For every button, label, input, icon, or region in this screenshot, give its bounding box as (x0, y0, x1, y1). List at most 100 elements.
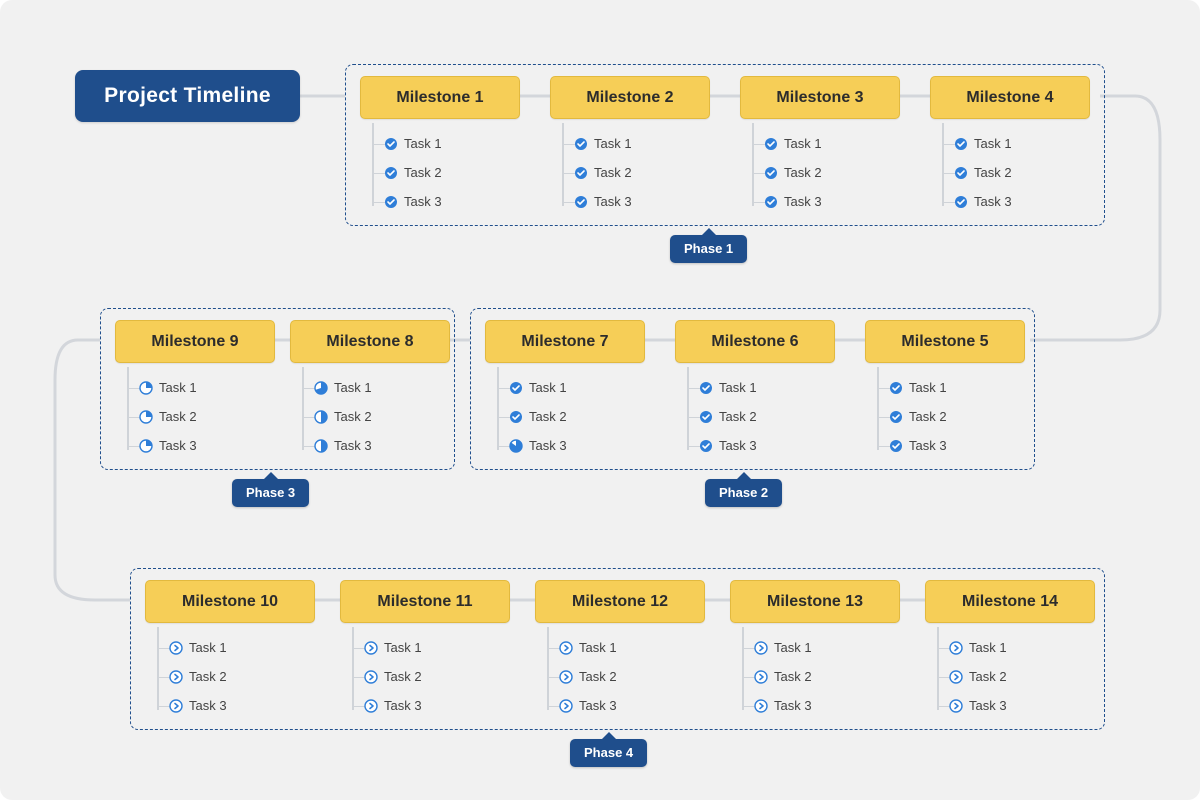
milestone-14: Milestone 14 Task 1 Task 2 Task 3 (925, 580, 1095, 720)
task-item: Task 3 (956, 187, 1090, 216)
progress-icon (139, 410, 153, 424)
todo-icon (364, 699, 378, 713)
milestone-1: Milestone 1 Task 1 Task 2 Task 3 (360, 76, 520, 216)
check-icon (889, 381, 903, 395)
task-item: Task 3 (891, 431, 1025, 460)
check-icon (889, 439, 903, 453)
todo-icon (364, 670, 378, 684)
check-icon (699, 439, 713, 453)
check-icon (574, 166, 588, 180)
todo-icon (754, 641, 768, 655)
check-icon (574, 195, 588, 209)
phase-4-label: Phase 4 (570, 739, 647, 767)
milestone-7: Milestone 7 Task 1 Task 2 Task 3 (485, 320, 645, 460)
task-item: Task 3 (366, 691, 510, 720)
milestone-3: Milestone 3 Task 1 Task 2 Task 3 (740, 76, 900, 216)
todo-icon (559, 670, 573, 684)
task-item: Task 3 (701, 431, 835, 460)
timeline-diagram: Project Timeline Phase 1 Milestone 1 Tas… (0, 0, 1200, 800)
task-item: Task 2 (951, 662, 1095, 691)
task-item: Task 2 (701, 402, 835, 431)
task-item: Task 3 (951, 691, 1095, 720)
check-icon (764, 166, 778, 180)
phase-1-label: Phase 1 (670, 235, 747, 263)
milestone-header: Milestone 4 (930, 76, 1090, 119)
task-item: Task 3 (756, 691, 900, 720)
task-item: Task 1 (511, 373, 645, 402)
task-item: Task 1 (386, 129, 520, 158)
todo-icon (364, 641, 378, 655)
check-icon (954, 166, 968, 180)
progress-icon (509, 439, 523, 453)
task-item: Task 2 (576, 158, 710, 187)
todo-icon (949, 641, 963, 655)
phase-3-label: Phase 3 (232, 479, 309, 507)
milestone-header: Milestone 10 (145, 580, 315, 623)
progress-icon (139, 381, 153, 395)
todo-icon (949, 670, 963, 684)
task-item: Task 2 (891, 402, 1025, 431)
task-item: Task 1 (576, 129, 710, 158)
milestone-11: Milestone 11 Task 1 Task 2 Task 3 (340, 580, 510, 720)
todo-icon (169, 641, 183, 655)
milestone-header: Milestone 1 (360, 76, 520, 119)
task-item: Task 3 (171, 691, 315, 720)
milestone-header: Milestone 6 (675, 320, 835, 363)
task-item: Task 1 (171, 633, 315, 662)
milestone-header: Milestone 13 (730, 580, 900, 623)
todo-icon (754, 699, 768, 713)
task-item: Task 3 (561, 691, 705, 720)
check-icon (509, 381, 523, 395)
milestone-12: Milestone 12 Task 1 Task 2 Task 3 (535, 580, 705, 720)
task-item: Task 2 (511, 402, 645, 431)
task-item: Task 3 (511, 431, 645, 460)
task-item: Task 3 (386, 187, 520, 216)
check-icon (764, 195, 778, 209)
todo-icon (949, 699, 963, 713)
progress-icon (139, 439, 153, 453)
check-icon (384, 137, 398, 151)
check-icon (764, 137, 778, 151)
check-icon (954, 137, 968, 151)
check-icon (954, 195, 968, 209)
task-item: Task 1 (561, 633, 705, 662)
task-item: Task 2 (171, 662, 315, 691)
task-item: Task 1 (701, 373, 835, 402)
task-item: Task 2 (386, 158, 520, 187)
task-item: Task 2 (756, 662, 900, 691)
progress-icon (314, 381, 328, 395)
progress-icon (314, 439, 328, 453)
milestone-header: Milestone 14 (925, 580, 1095, 623)
task-item: Task 1 (366, 633, 510, 662)
phase-2-label: Phase 2 (705, 479, 782, 507)
task-item: Task 3 (141, 431, 275, 460)
task-item: Task 1 (766, 129, 900, 158)
milestone-header: Milestone 12 (535, 580, 705, 623)
milestone-5: Milestone 5 Task 1 Task 2 Task 3 (865, 320, 1025, 460)
task-item: Task 2 (141, 402, 275, 431)
todo-icon (559, 641, 573, 655)
progress-icon (314, 410, 328, 424)
milestone-header: Milestone 7 (485, 320, 645, 363)
task-item: Task 3 (316, 431, 450, 460)
task-item: Task 1 (141, 373, 275, 402)
check-icon (889, 410, 903, 424)
milestone-9: Milestone 9 Task 1 Task 2 Task 3 (115, 320, 275, 460)
diagram-title: Project Timeline (75, 70, 300, 122)
todo-icon (169, 670, 183, 684)
todo-icon (559, 699, 573, 713)
task-item: Task 1 (316, 373, 450, 402)
milestone-6: Milestone 6 Task 1 Task 2 Task 3 (675, 320, 835, 460)
task-item: Task 1 (891, 373, 1025, 402)
check-icon (509, 410, 523, 424)
milestone-header: Milestone 5 (865, 320, 1025, 363)
check-icon (384, 195, 398, 209)
check-icon (574, 137, 588, 151)
milestone-8: Milestone 8 Task 1 Task 2 Task 3 (290, 320, 450, 460)
task-item: Task 1 (756, 633, 900, 662)
todo-icon (169, 699, 183, 713)
check-icon (699, 381, 713, 395)
task-item: Task 2 (766, 158, 900, 187)
milestone-10: Milestone 10 Task 1 Task 2 Task 3 (145, 580, 315, 720)
milestone-header: Milestone 3 (740, 76, 900, 119)
